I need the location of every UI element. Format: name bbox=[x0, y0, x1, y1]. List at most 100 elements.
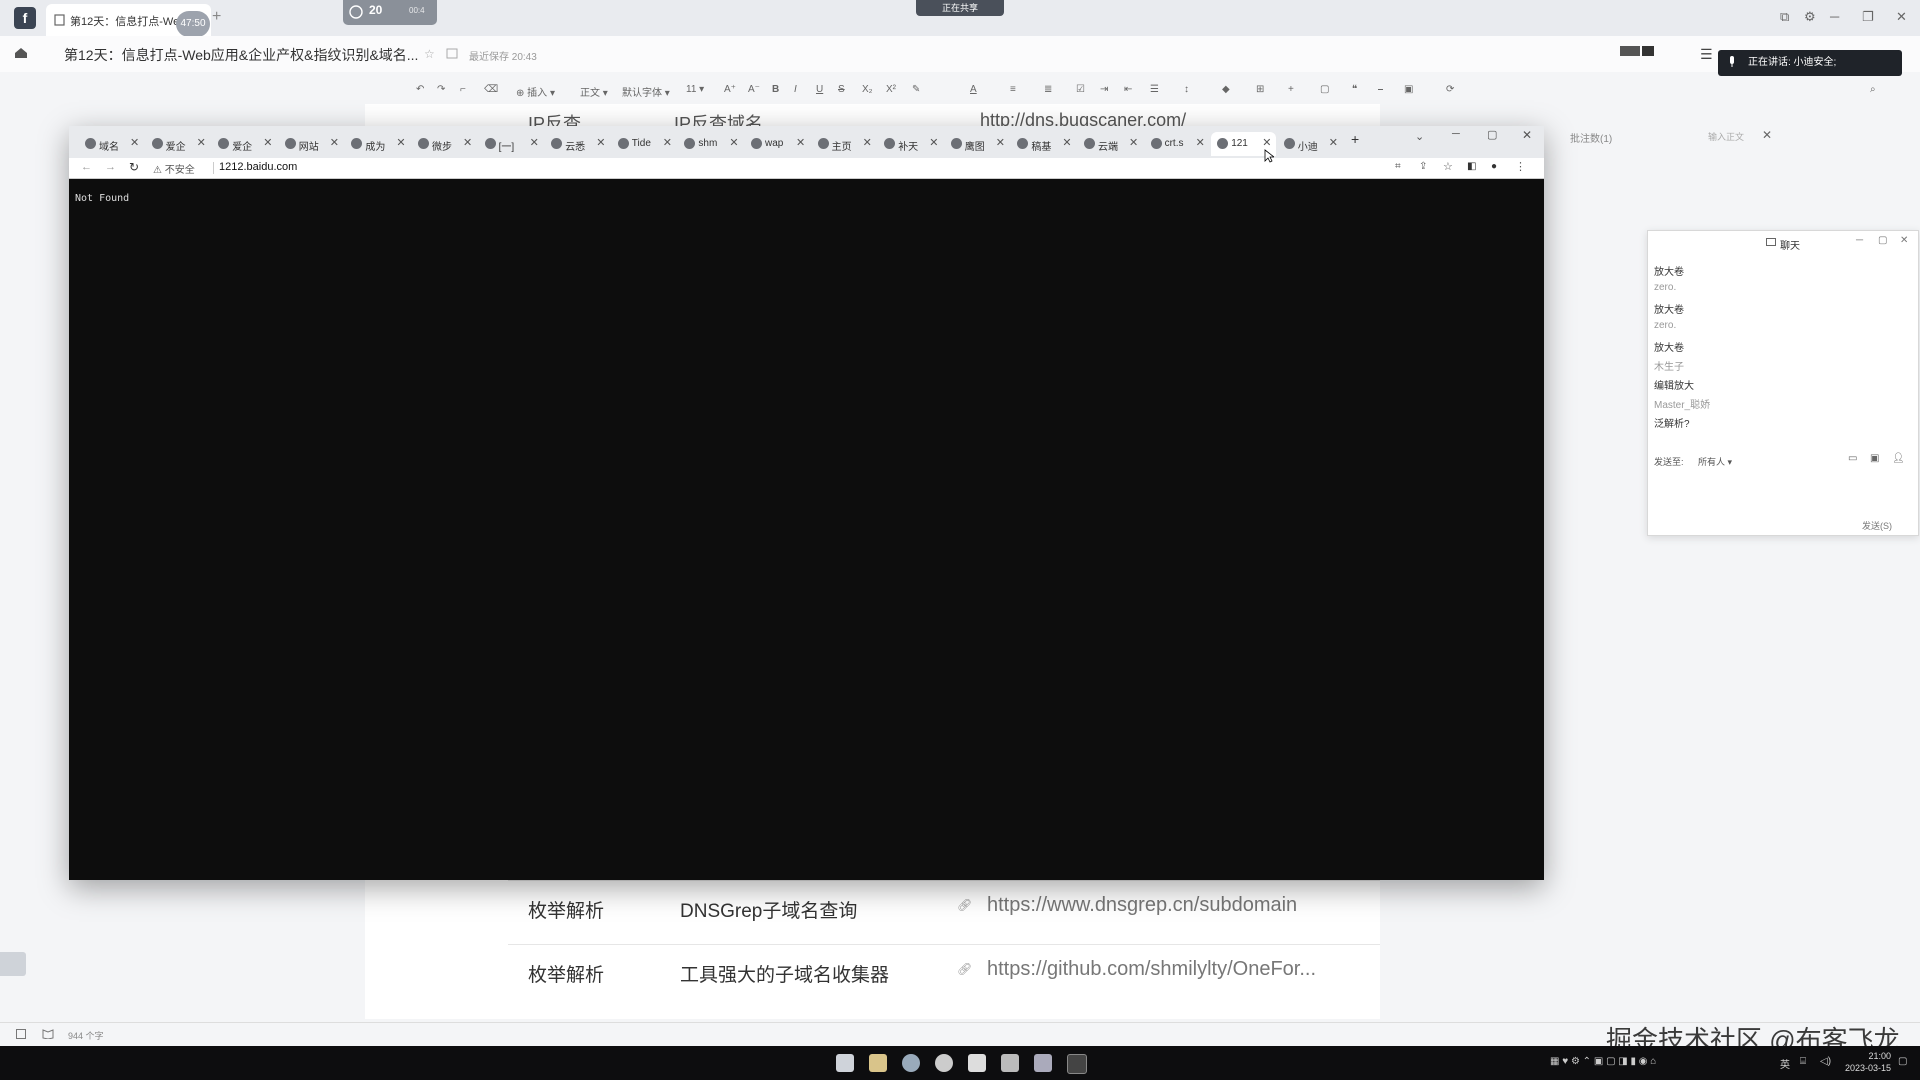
table-cell-url[interactable]: https://www.dnsgrep.cn/subdomain bbox=[987, 894, 1297, 917]
indent-icon[interactable]: ⇥ bbox=[1100, 84, 1108, 95]
volume-icon[interactable]: ◁) bbox=[1820, 1056, 1831, 1067]
chat-input[interactable] bbox=[1652, 471, 1912, 515]
block-icon[interactable]: ▣ bbox=[1404, 84, 1413, 95]
browser-tab[interactable]: 网站 ✕ bbox=[279, 132, 344, 156]
tab-close-icon[interactable]: ✕ bbox=[130, 136, 139, 149]
tab-close-icon[interactable]: ✕ bbox=[330, 136, 339, 149]
browser-tab[interactable]: [一] ✕ bbox=[479, 132, 544, 156]
star-icon[interactable]: ☆ bbox=[424, 47, 435, 61]
user-icon[interactable]: 👤︎ bbox=[1892, 453, 1905, 464]
tab-close-icon[interactable]: ✕ bbox=[996, 136, 1005, 149]
collaborators-avatar[interactable] bbox=[1620, 44, 1656, 58]
font-color-icon[interactable]: A bbox=[970, 84, 977, 95]
back-icon[interactable]: ← bbox=[81, 161, 92, 173]
highlight-icon[interactable]: ✎ bbox=[912, 84, 920, 95]
save-chat-icon[interactable]: ▣ bbox=[1870, 453, 1879, 464]
browser-menu-icon[interactable]: ⋮ bbox=[1515, 160, 1526, 173]
translate-icon[interactable]: ⌗ bbox=[1395, 161, 1401, 172]
maximize-icon[interactable]: ❐ bbox=[1862, 9, 1874, 25]
outdent-icon[interactable]: ⇤ bbox=[1124, 84, 1132, 95]
browser-tab[interactable]: Tide ✕ bbox=[612, 132, 677, 156]
address-bar[interactable]: 1212.baidu.com bbox=[219, 161, 297, 173]
browser-tab[interactable]: 小迪 ✕ bbox=[1278, 132, 1343, 156]
tab-close-icon[interactable]: ✕ bbox=[1062, 136, 1071, 149]
share-doc-icon[interactable] bbox=[446, 48, 458, 59]
browser-tab[interactable]: 域名 ✕ bbox=[79, 132, 144, 156]
chrome-icon[interactable] bbox=[935, 1054, 953, 1072]
tab-close-icon[interactable]: ✕ bbox=[863, 136, 872, 149]
browser-tab[interactable]: 鹰图 ✕ bbox=[945, 132, 1010, 156]
browser-tab[interactable]: 微步 ✕ bbox=[412, 132, 477, 156]
browser-minimize-icon[interactable]: ─ bbox=[1452, 128, 1460, 140]
file-icon[interactable]: ▭ bbox=[1848, 453, 1857, 464]
profile-icon[interactable]: ● bbox=[1491, 161, 1497, 172]
send-button[interactable]: 发送(S) bbox=[1862, 519, 1892, 532]
numbered-list-icon[interactable]: ≣ bbox=[1044, 84, 1052, 95]
clear-format-icon[interactable]: ⌫ bbox=[484, 84, 498, 95]
outline-toggle-icon[interactable] bbox=[0, 952, 26, 976]
tab-close-icon[interactable]: ✕ bbox=[197, 136, 206, 149]
tab-close-icon[interactable]: ✕ bbox=[1329, 136, 1338, 149]
browser-tab[interactable]: 主页 ✕ bbox=[812, 132, 877, 156]
tab-close-icon[interactable]: ✕ bbox=[396, 136, 405, 149]
quote-icon[interactable]: ❝ bbox=[1352, 84, 1357, 95]
tab-close-icon[interactable]: ✕ bbox=[1196, 136, 1205, 149]
browser-tab[interactable]: 云悉 ✕ bbox=[545, 132, 610, 156]
new-tab-icon[interactable]: + bbox=[212, 8, 221, 26]
reload-icon[interactable]: ↻ bbox=[129, 160, 139, 174]
more-icon[interactable]: ⟳ bbox=[1446, 84, 1454, 95]
checklist-icon[interactable]: ☑ bbox=[1076, 84, 1085, 95]
tab-close-icon[interactable]: ✕ bbox=[796, 136, 805, 149]
tab-close-icon[interactable]: ✕ bbox=[663, 136, 672, 149]
status-doc-icon[interactable] bbox=[16, 1029, 26, 1039]
table-icon[interactable]: ⊞ bbox=[1256, 84, 1264, 95]
tab-close-icon[interactable]: ✕ bbox=[263, 136, 272, 149]
browser-tab[interactable]: crt.s ✕ bbox=[1145, 132, 1210, 156]
browser-tab[interactable]: 成为 ✕ bbox=[345, 132, 410, 156]
redo-icon[interactable]: ↷ bbox=[437, 84, 445, 95]
bullet-list-icon[interactable]: ≡ bbox=[1010, 84, 1016, 95]
tab-close-icon[interactable]: ✕ bbox=[1262, 136, 1271, 149]
security-indicator[interactable]: ⚠ 不安全 bbox=[153, 161, 195, 176]
insert-menu[interactable]: ⊕ 插入 ▾ bbox=[516, 84, 555, 99]
tab-close-icon[interactable]: ✕ bbox=[596, 136, 605, 149]
bookmark-star-icon[interactable]: ☆ bbox=[1443, 160, 1453, 173]
image-icon[interactable]: ▢ bbox=[1320, 84, 1329, 95]
new-tab-icon[interactable]: + bbox=[1351, 131, 1359, 147]
network-icon[interactable]: ⌸ bbox=[1800, 1056, 1806, 1067]
close-comment-icon[interactable]: ✕ bbox=[1762, 128, 1772, 142]
status-book-icon[interactable] bbox=[42, 1029, 54, 1039]
recipient-select[interactable]: 所有人 ▾ bbox=[1698, 455, 1732, 468]
close-icon[interactable]: ✕ bbox=[1896, 9, 1907, 25]
search-icon[interactable]: ⌕ bbox=[1870, 84, 1876, 95]
app-icon[interactable] bbox=[1001, 1054, 1019, 1072]
browser-tab[interactable]: 爱企 ✕ bbox=[212, 132, 277, 156]
browser-maximize-icon[interactable]: ▢ bbox=[1487, 128, 1497, 141]
ime-indicator[interactable]: 英 bbox=[1780, 1056, 1790, 1071]
file-explorer-icon[interactable] bbox=[869, 1054, 887, 1072]
tab-close-icon[interactable]: ✕ bbox=[530, 136, 539, 149]
underline-icon[interactable]: U bbox=[816, 84, 823, 95]
comment-count[interactable]: 批注数(1) bbox=[1570, 130, 1612, 145]
comment-input[interactable]: 输入正文 bbox=[1708, 130, 1744, 143]
browser-close-icon[interactable]: ✕ bbox=[1522, 128, 1532, 142]
meeting-status-chip[interactable]: 20 00:4 bbox=[343, 0, 437, 25]
browser-tab[interactable]: shm ✕ bbox=[678, 132, 743, 156]
minimize-icon[interactable]: ─ bbox=[1830, 9, 1839, 24]
browser-tab[interactable]: wap ✕ bbox=[745, 132, 810, 156]
subscript-icon[interactable]: X₂ bbox=[862, 84, 873, 95]
tab-search-icon[interactable]: ⌄ bbox=[1415, 130, 1424, 143]
align-icon[interactable]: ☰ bbox=[1150, 84, 1159, 95]
table-cell-url[interactable]: https://github.com/shmilylty/OneFor... bbox=[987, 958, 1316, 981]
paragraph-style-select[interactable]: 正文 ▾ bbox=[580, 84, 608, 99]
undo-icon[interactable]: ↶ bbox=[416, 84, 424, 95]
font-family-select[interactable]: 默认字体 ▾ bbox=[622, 84, 670, 99]
tab-close-icon[interactable]: ✕ bbox=[929, 136, 938, 149]
browser-tab[interactable]: 补天 ✕ bbox=[878, 132, 943, 156]
menu-icon[interactable]: ☰ bbox=[1700, 46, 1713, 63]
italic-icon[interactable]: I bbox=[794, 84, 797, 95]
strikethrough-icon[interactable]: S bbox=[838, 84, 845, 95]
font-size-select[interactable]: 11 ▾ bbox=[686, 84, 704, 95]
notification-icon[interactable]: ▢ bbox=[1898, 1056, 1907, 1067]
chat-close-icon[interactable]: ✕ bbox=[1900, 235, 1908, 246]
